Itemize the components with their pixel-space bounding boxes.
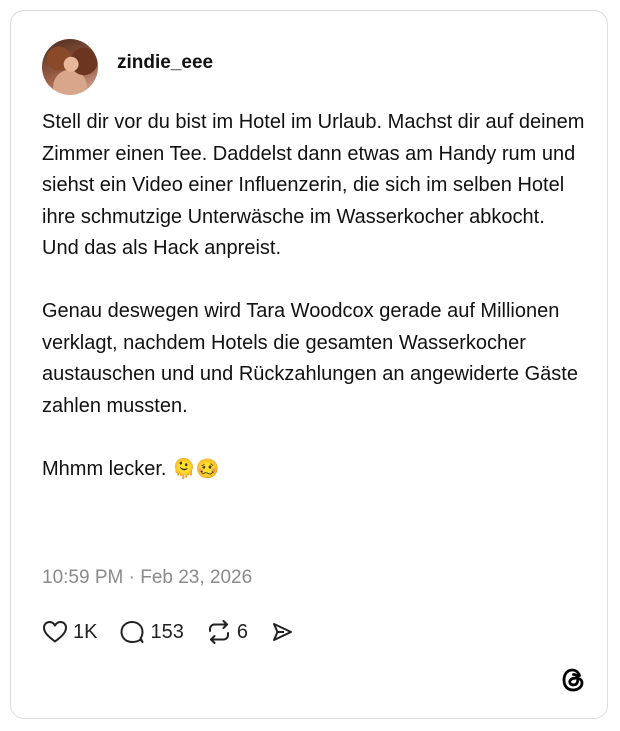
share-button[interactable] [270, 620, 294, 644]
avatar[interactable] [42, 39, 98, 95]
post-body: Stell dir vor du bist im Hotel im Urlaub… [42, 107, 587, 517]
send-icon [270, 620, 294, 644]
repost-count: 6 [236, 620, 248, 643]
reply-count: 153 [150, 620, 184, 643]
threads-logo-icon[interactable] [559, 666, 587, 694]
closing-text: Mhmm lecker. [42, 457, 167, 480]
post-card: zindie_eee Stell dir vor du bist im Hote… [10, 10, 608, 719]
action-bar: 1K 153 6 [42, 616, 316, 648]
speech-bubble-icon [119, 620, 145, 644]
username[interactable]: zindie_eee [117, 52, 213, 74]
like-button[interactable]: 1K [42, 620, 97, 644]
post-paragraph-2: Genau deswegen wird Tara Woodcox gerade … [42, 300, 578, 417]
repost-button[interactable]: 6 [206, 620, 248, 644]
post-paragraph-3: Mhmm lecker. 🫠🥴 [42, 454, 587, 486]
like-count: 1K [73, 620, 98, 643]
reply-button[interactable]: 153 [119, 620, 184, 644]
post-timestamp[interactable]: 10:59 PM · Feb 23, 2026 [42, 567, 252, 589]
repost-icon [206, 620, 232, 644]
heart-icon [42, 620, 68, 644]
post-paragraph-1: Stell dir vor du bist im Hotel im Urlaub… [42, 111, 585, 259]
emoji-reactions: 🫠🥴 [172, 457, 220, 480]
